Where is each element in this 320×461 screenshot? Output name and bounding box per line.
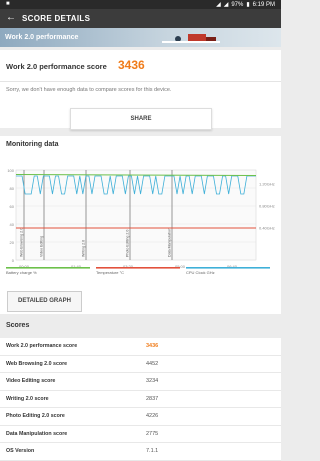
score-row-value: 4452 — [146, 360, 159, 367]
battery-percent: 97% — [231, 1, 244, 8]
y-tick-label: 0 — [12, 258, 15, 263]
test-marker-label: Video Editing — [40, 236, 44, 257]
notification-icon: ■ — [6, 1, 10, 7]
legend-label: CPU Clock GHz — [186, 270, 215, 275]
legend-label: Temperature °C — [96, 270, 124, 275]
score-row-label: Work 2.0 performance score — [6, 343, 78, 349]
comparison-note: Sorry, we don't have enough data to comp… — [6, 87, 172, 93]
right-tick-label: 0.40GHz — [259, 226, 275, 231]
signal-icon: ◢ — [223, 2, 229, 8]
score-row-value: 2837 — [146, 395, 159, 402]
y-tick-label: 100 — [7, 168, 14, 173]
scores-table: Work 2.0 performance score 3436 Web Browsi… — [0, 338, 281, 461]
banner-title: Work 2.0 performance — [5, 34, 79, 41]
score-value: 3436 — [118, 58, 145, 72]
score-row-value: 4226 — [146, 413, 159, 419]
y-tick-label: 20 — [10, 240, 15, 245]
score-row-value: 3436 — [146, 343, 159, 349]
score-row-label: Video Editing score — [6, 378, 56, 384]
score-row: Work 2.0 performance score 3436 — [0, 338, 281, 356]
status-bar: ■ ◢ ◢ 97% ▮ 6:19 PM — [0, 0, 281, 9]
score-row-label: Writing 2.0 score — [6, 395, 49, 402]
divider — [0, 81, 281, 82]
score-row-label: Photo Editing 2.0 score — [6, 413, 65, 419]
score-row: Web Browsing 2.0 score 4452 — [0, 356, 281, 373]
detailed-graph-button[interactable]: DETAILED GRAPH — [7, 291, 82, 312]
score-row: OS Version 7.1.1 — [0, 443, 281, 461]
legend-label: Battery charge % — [6, 270, 37, 275]
score-label: Work 2.0 performance score — [6, 62, 107, 71]
y-tick-label: 40 — [10, 222, 15, 227]
monitoring-title: Monitoring data — [6, 141, 59, 148]
score-row: Photo Editing 2.0 score 4226 — [0, 408, 281, 426]
legend-swatch — [6, 267, 90, 269]
score-row-label: Web Browsing 2.0 score — [6, 360, 68, 367]
battery-icon: ▮ — [246, 2, 250, 8]
app-bar: ← SCORE DETAILS — [0, 9, 281, 28]
scores-title: Scores — [6, 322, 30, 329]
score-row-value: 7.1.1 — [146, 448, 159, 454]
y-tick-label: 80 — [10, 186, 15, 191]
benchmark-banner: Work 2.0 performance — [0, 28, 281, 47]
score-row: Writing 2.0 score 2837 — [0, 391, 281, 408]
score-row-label: OS Version — [6, 448, 35, 454]
score-row-value: 2775 — [146, 430, 159, 437]
monitoring-chart: 100806040200 1.20GHz0.80GHz0.40GHz 00:00… — [6, 168, 275, 275]
legend-swatch — [186, 267, 270, 269]
clock: 6:19 PM — [252, 1, 275, 8]
test-marker-label: Web Browsing 2.0 — [20, 228, 24, 257]
y-tick-label: 60 — [10, 204, 15, 209]
monitoring-card: Monitoring data 100 80 60 40 20 0 1.20GHz 0.80… — [0, 136, 281, 314]
legend-swatch — [96, 267, 180, 269]
score-row-value: 3234 — [146, 378, 159, 384]
share-button[interactable]: SHARE — [70, 108, 212, 130]
score-row-label: Data Manipulation score — [6, 430, 68, 437]
page-title: SCORE DETAILS — [22, 14, 91, 23]
right-tick-label: 1.20GHz — [259, 182, 275, 187]
test-marker-label: Writing 2.0 — [82, 240, 86, 257]
score-row: Video Editing score 3234 — [0, 373, 281, 391]
wifi-icon: ◢ — [216, 2, 221, 8]
test-marker-label: Data Manipulation — [168, 228, 172, 257]
back-arrow-icon[interactable]: ← — [6, 13, 16, 23]
banner-illustration — [162, 34, 220, 43]
test-marker-label: Photo Editing 2.0 — [126, 230, 130, 257]
right-tick-label: 0.80GHz — [259, 204, 275, 209]
score-row: Data Manipulation score 2775 — [0, 426, 281, 443]
